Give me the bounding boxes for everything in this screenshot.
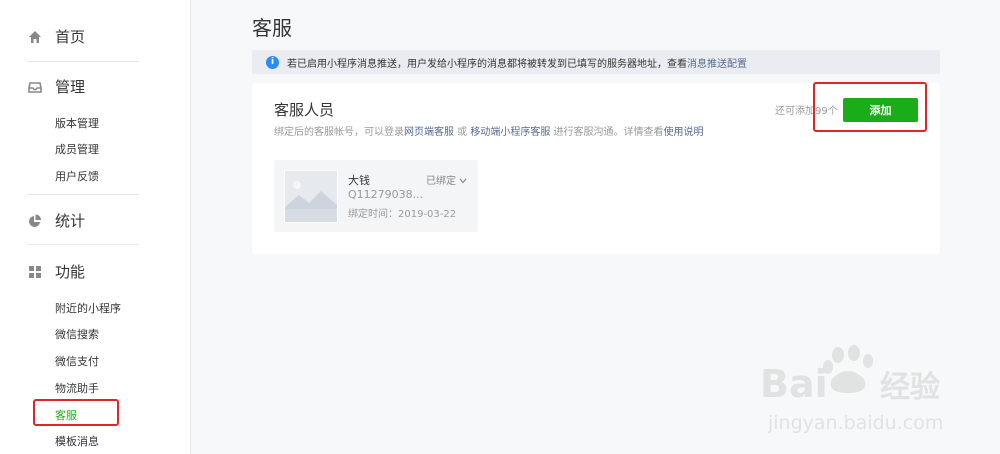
member-card[interactable]: 大钱 已绑定 Q11279038... 绑定时间：2019-03-22 xyxy=(274,160,478,232)
notice-bar: i 若已启用小程序消息推送，用户发给小程序的消息都将被转发到已填写的服务器地址，… xyxy=(252,50,940,74)
desc-text: 或 xyxy=(454,127,471,138)
nav-manage[interactable]: 管理 xyxy=(28,76,85,97)
notice-text: 若已启用小程序消息推送，用户发给小程序的消息都将被转发到已填写的服务器地址，查看 xyxy=(287,58,687,70)
chevron-down-icon xyxy=(459,178,467,184)
watermark: Bai 经验 jingyan.baidu.com xyxy=(760,345,990,440)
desc-text: 绑定后的客服帐号，可以登录 xyxy=(274,127,404,138)
sidebar-item-version[interactable]: 版本管理 xyxy=(55,115,99,131)
member-status-label: 已绑定 xyxy=(426,176,456,187)
nav-home[interactable]: 首页 xyxy=(28,26,85,47)
nav-manage-label: 管理 xyxy=(55,78,86,96)
image-placeholder-icon xyxy=(285,171,337,222)
avatar xyxy=(284,170,338,223)
highlight-box xyxy=(33,399,119,426)
card-description: 绑定后的客服帐号，可以登录网页端客服 或 移动端小程序客服 进行客服沟通。详情查… xyxy=(274,123,704,138)
nav-stats[interactable]: 统计 xyxy=(28,210,85,231)
sidebar-item-nearby[interactable]: 附近的小程序 xyxy=(55,300,121,316)
svg-text:Bai: Bai xyxy=(760,362,828,406)
divider xyxy=(27,61,139,62)
sidebar-item-logistics[interactable]: 物流助手 xyxy=(55,380,99,396)
sidebar-item-wechat-search[interactable]: 微信搜索 xyxy=(55,326,99,342)
sidebar-item-wechat-pay[interactable]: 微信支付 xyxy=(55,353,99,369)
mobile-service-link[interactable]: 移动端小程序客服 xyxy=(470,127,550,138)
nav-stats-label: 统计 xyxy=(55,212,86,230)
usage-guide-link[interactable]: 使用说明 xyxy=(664,127,704,138)
member-status-dropdown[interactable]: 已绑定 xyxy=(426,172,467,187)
pie-chart-icon xyxy=(29,214,41,227)
member-name: 大钱 xyxy=(348,174,370,187)
sidebar-item-members[interactable]: 成员管理 xyxy=(55,141,99,157)
nav-features[interactable]: 功能 xyxy=(28,261,85,282)
info-icon: i xyxy=(266,55,279,69)
baidu-paw-logo: Bai 经验 jingyan.baidu.com xyxy=(760,345,943,434)
web-service-link[interactable]: 网页端客服 xyxy=(404,127,454,138)
card-title: 客服人员 xyxy=(274,101,335,119)
sidebar-item-template-message[interactable]: 模板消息 xyxy=(55,433,99,449)
grid-icon xyxy=(29,265,41,278)
sidebar: 首页 管理 版本管理 成员管理 用户反馈 统计 功能 附近的小程序 微信搜索 微… xyxy=(0,0,191,454)
highlight-box xyxy=(813,82,927,132)
nav-home-label: 首页 xyxy=(55,28,86,46)
member-bind-time: 绑定时间：2019-03-22 xyxy=(348,209,457,220)
divider xyxy=(27,194,139,195)
svg-text:经验: 经验 xyxy=(880,370,940,405)
divider xyxy=(27,244,139,245)
member-account: Q11279038... xyxy=(348,188,424,201)
nav-features-label: 功能 xyxy=(55,263,86,281)
svg-text:jingyan.baidu.com: jingyan.baidu.com xyxy=(767,412,943,434)
desc-text: 进行客服沟通。详情查看 xyxy=(550,127,664,138)
home-icon xyxy=(29,30,41,43)
inbox-icon xyxy=(28,81,42,93)
push-config-link[interactable]: 消息推送配置 xyxy=(687,55,747,70)
page-title: 客服 xyxy=(252,16,292,40)
sidebar-item-feedback[interactable]: 用户反馈 xyxy=(55,168,99,184)
